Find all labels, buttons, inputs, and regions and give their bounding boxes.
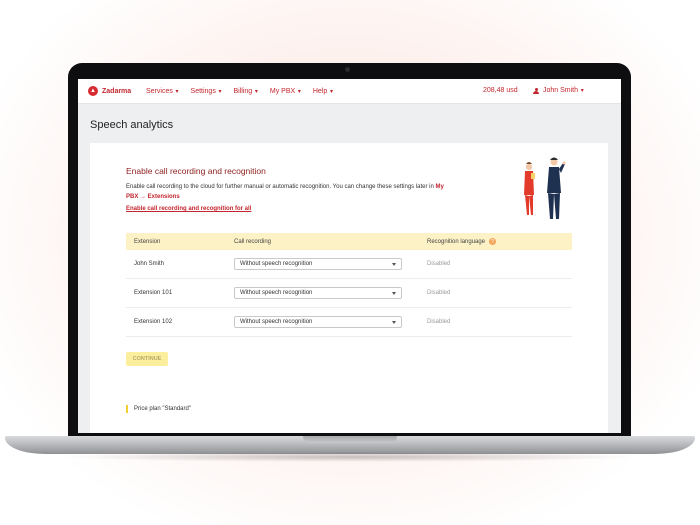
chevron-down-icon: ▾ bbox=[296, 88, 301, 95]
table-header: Extension Call recording Recognition lan… bbox=[126, 233, 572, 250]
recognition-language-status: Disabled bbox=[427, 319, 451, 325]
menu-item-services[interactable]: Services ▾ bbox=[146, 88, 179, 95]
table-row: Extension 101 Without speech recognition… bbox=[126, 279, 572, 308]
column-header-call-recording: Call recording bbox=[234, 238, 272, 245]
menu-item-help[interactable]: Help ▾ bbox=[313, 88, 333, 95]
dropdown-arrow-icon bbox=[392, 291, 396, 295]
chevron-down-icon: ▾ bbox=[579, 88, 584, 94]
table-row: John Smith Without speech recognition Di… bbox=[126, 250, 572, 279]
call-recording-select[interactable]: Without speech recognition bbox=[234, 316, 402, 328]
dropdown-arrow-icon bbox=[392, 320, 396, 324]
column-header-recognition-language: Recognition language ? bbox=[427, 238, 572, 245]
people-illustration bbox=[524, 157, 566, 219]
setup-card: Enable call recording and recognition En… bbox=[90, 143, 608, 433]
chevron-down-icon: ▾ bbox=[328, 88, 333, 95]
extension-name: Extension 102 bbox=[134, 319, 173, 325]
card-description: Enable call recording to the cloud for f… bbox=[126, 184, 444, 200]
screen: ▲ Zadarma Services ▾ Settings ▾ Billing … bbox=[78, 79, 621, 433]
recognition-language-status: Disabled bbox=[427, 290, 451, 296]
recognition-language-status: Disabled bbox=[427, 261, 451, 267]
logo[interactable]: ▲ Zadarma bbox=[88, 86, 146, 96]
chevron-down-icon: ▾ bbox=[173, 88, 179, 95]
call-recording-select[interactable]: Without speech recognition bbox=[234, 287, 402, 299]
user-icon bbox=[533, 87, 539, 94]
laptop-bezel: ▲ Zadarma Services ▾ Settings ▾ Billing … bbox=[68, 63, 631, 438]
camera bbox=[345, 67, 350, 72]
enable-all-link[interactable]: Enable call recording and recognition fo… bbox=[126, 206, 251, 212]
menu-item-settings[interactable]: Settings ▾ bbox=[191, 88, 222, 95]
help-icon[interactable]: ? bbox=[489, 238, 497, 245]
laptop-notch bbox=[303, 436, 397, 443]
logo-icon: ▲ bbox=[88, 86, 98, 96]
account-balance[interactable]: 208,48 usd bbox=[483, 87, 518, 94]
menu-item-billing[interactable]: Billing ▾ bbox=[234, 88, 258, 95]
card-title: Enable call recording and recognition bbox=[126, 166, 266, 176]
main-menu: Services ▾ Settings ▾ Billing ▾ My PBX ▾… bbox=[146, 88, 345, 95]
continue-button[interactable]: CONTINUE bbox=[126, 352, 168, 366]
user-menu[interactable]: John Smith ▾ bbox=[533, 87, 584, 94]
extension-name: John Smith bbox=[134, 261, 165, 267]
chevron-down-icon: ▾ bbox=[253, 88, 258, 95]
laptop-shadow bbox=[60, 452, 640, 462]
user-name: John Smith bbox=[543, 87, 579, 94]
dropdown-arrow-icon bbox=[392, 262, 396, 266]
chevron-down-icon: ▾ bbox=[216, 88, 222, 95]
price-plan-label: Price plan "Standard" bbox=[126, 405, 191, 413]
column-header-extension: Extension bbox=[134, 238, 161, 245]
call-recording-select[interactable]: Without speech recognition bbox=[234, 258, 402, 270]
logo-text: Zadarma bbox=[102, 87, 132, 95]
table-row: Extension 102 Without speech recognition… bbox=[126, 308, 572, 337]
menu-item-my-pbx[interactable]: My PBX ▾ bbox=[270, 88, 301, 95]
extension-name: Extension 101 bbox=[134, 290, 173, 296]
top-navigation: ▲ Zadarma Services ▾ Settings ▾ Billing … bbox=[78, 79, 621, 104]
page-title: Speech analytics bbox=[90, 119, 174, 131]
extensions-table: Extension Call recording Recognition lan… bbox=[126, 233, 572, 337]
